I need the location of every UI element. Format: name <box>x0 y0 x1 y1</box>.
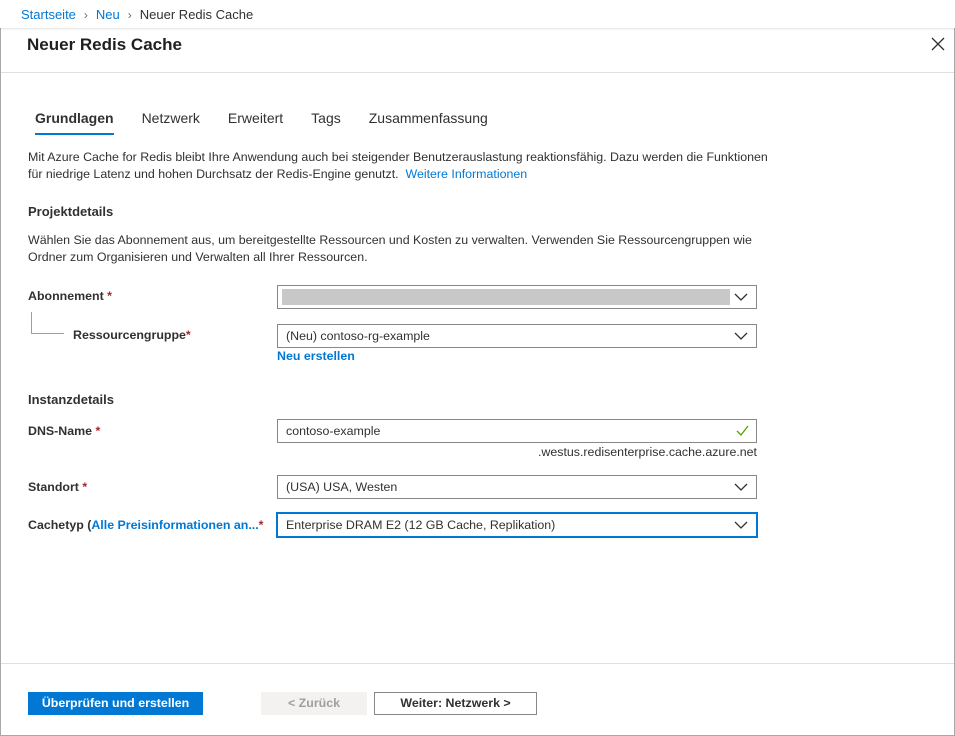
tab-advanced[interactable]: Erweitert <box>228 110 283 132</box>
chevron-right-icon: › <box>127 7 132 22</box>
cache-type-value: Enterprise DRAM E2 (12 GB Cache, Replika… <box>286 518 556 532</box>
location-label-text: Standort <box>28 480 79 494</box>
cache-type-dropdown[interactable]: Enterprise DRAM E2 (12 GB Cache, Replika… <box>277 513 757 537</box>
resource-group-label-text: Ressourcengruppe <box>73 328 186 342</box>
pricing-link[interactable]: Alle Preisinformationen an... <box>91 518 258 532</box>
tab-bar: Grundlagen Netzwerk Erweitert Tags Zusam… <box>35 110 516 135</box>
header-divider <box>1 72 954 73</box>
chevron-down-icon <box>734 521 748 529</box>
next-networking-button[interactable]: Weiter: Netzwerk > <box>374 692 537 715</box>
intro-description: Mit Azure Cache for Redis bleibt Ihre An… <box>28 149 768 183</box>
tab-networking[interactable]: Netzwerk <box>142 110 200 132</box>
resource-group-dropdown[interactable]: (Neu) contoso-rg-example <box>277 324 757 348</box>
tree-connector <box>31 312 64 334</box>
dns-name-value: contoso-example <box>286 424 381 438</box>
required-marker: * <box>95 424 101 438</box>
dns-name-label-text: DNS-Name <box>28 424 93 438</box>
chevron-down-icon <box>734 483 748 491</box>
breadcrumb-bar: Startseite › Neu › Neuer Redis Cache <box>0 0 955 28</box>
close-icon[interactable] <box>929 35 947 53</box>
instance-details-heading: Instanzdetails <box>28 392 114 407</box>
cache-type-label: Cachetyp (Alle Preisinformationen an...* <box>28 518 264 532</box>
required-marker: * <box>82 480 88 494</box>
location-label: Standort * <box>28 480 87 494</box>
tab-review[interactable]: Zusammenfassung <box>369 110 488 132</box>
chevron-down-icon <box>734 293 748 301</box>
subscription-label: Abonnement * <box>28 289 112 303</box>
chevron-right-icon: › <box>83 7 88 22</box>
subscription-value-redacted <box>282 289 730 305</box>
chevron-down-icon <box>734 332 748 340</box>
breadcrumb-new[interactable]: Neu <box>96 7 120 22</box>
breadcrumb-current: Neuer Redis Cache <box>139 7 254 22</box>
resource-group-label: Ressourcengruppe* <box>73 328 191 342</box>
required-marker: * <box>185 328 191 342</box>
required-marker: * <box>258 518 264 532</box>
required-marker: * <box>107 289 112 303</box>
footer-divider <box>1 663 954 664</box>
project-details-heading: Projektdetails <box>28 204 114 219</box>
page-title: Neuer Redis Cache <box>27 35 182 54</box>
previous-button[interactable]: < Zurück <box>261 692 367 715</box>
tab-tags[interactable]: Tags <box>311 110 341 132</box>
subscription-dropdown[interactable] <box>277 285 757 309</box>
dns-name-label: DNS-Name * <box>28 424 100 438</box>
intro-text: Mit Azure Cache for Redis bleibt Ihre An… <box>28 150 768 181</box>
breadcrumb: Startseite › Neu › Neuer Redis Cache <box>21 7 253 22</box>
resource-group-value: (Neu) contoso-rg-example <box>286 329 430 343</box>
dns-name-input[interactable]: contoso-example <box>277 419 757 443</box>
review-create-button[interactable]: Überprüfen und erstellen <box>28 692 203 715</box>
dns-suffix: .westus.redisenterprise.cache.azure.net <box>537 445 757 459</box>
cache-type-label-text: Cachetyp ( <box>28 518 92 532</box>
create-new-link[interactable]: Neu erstellen <box>277 349 355 363</box>
breadcrumb-home[interactable]: Startseite <box>21 7 76 22</box>
tab-basics[interactable]: Grundlagen <box>35 110 114 135</box>
location-dropdown[interactable]: (USA) USA, Westen <box>277 475 757 499</box>
location-value: (USA) USA, Westen <box>286 480 398 494</box>
project-description: Wählen Sie das Abonnement aus, um bereit… <box>28 233 752 264</box>
learn-more-link[interactable]: Weitere Informationen <box>405 167 527 181</box>
subscription-label-text: Abonnement <box>28 289 104 303</box>
checkmark-icon <box>736 425 749 436</box>
